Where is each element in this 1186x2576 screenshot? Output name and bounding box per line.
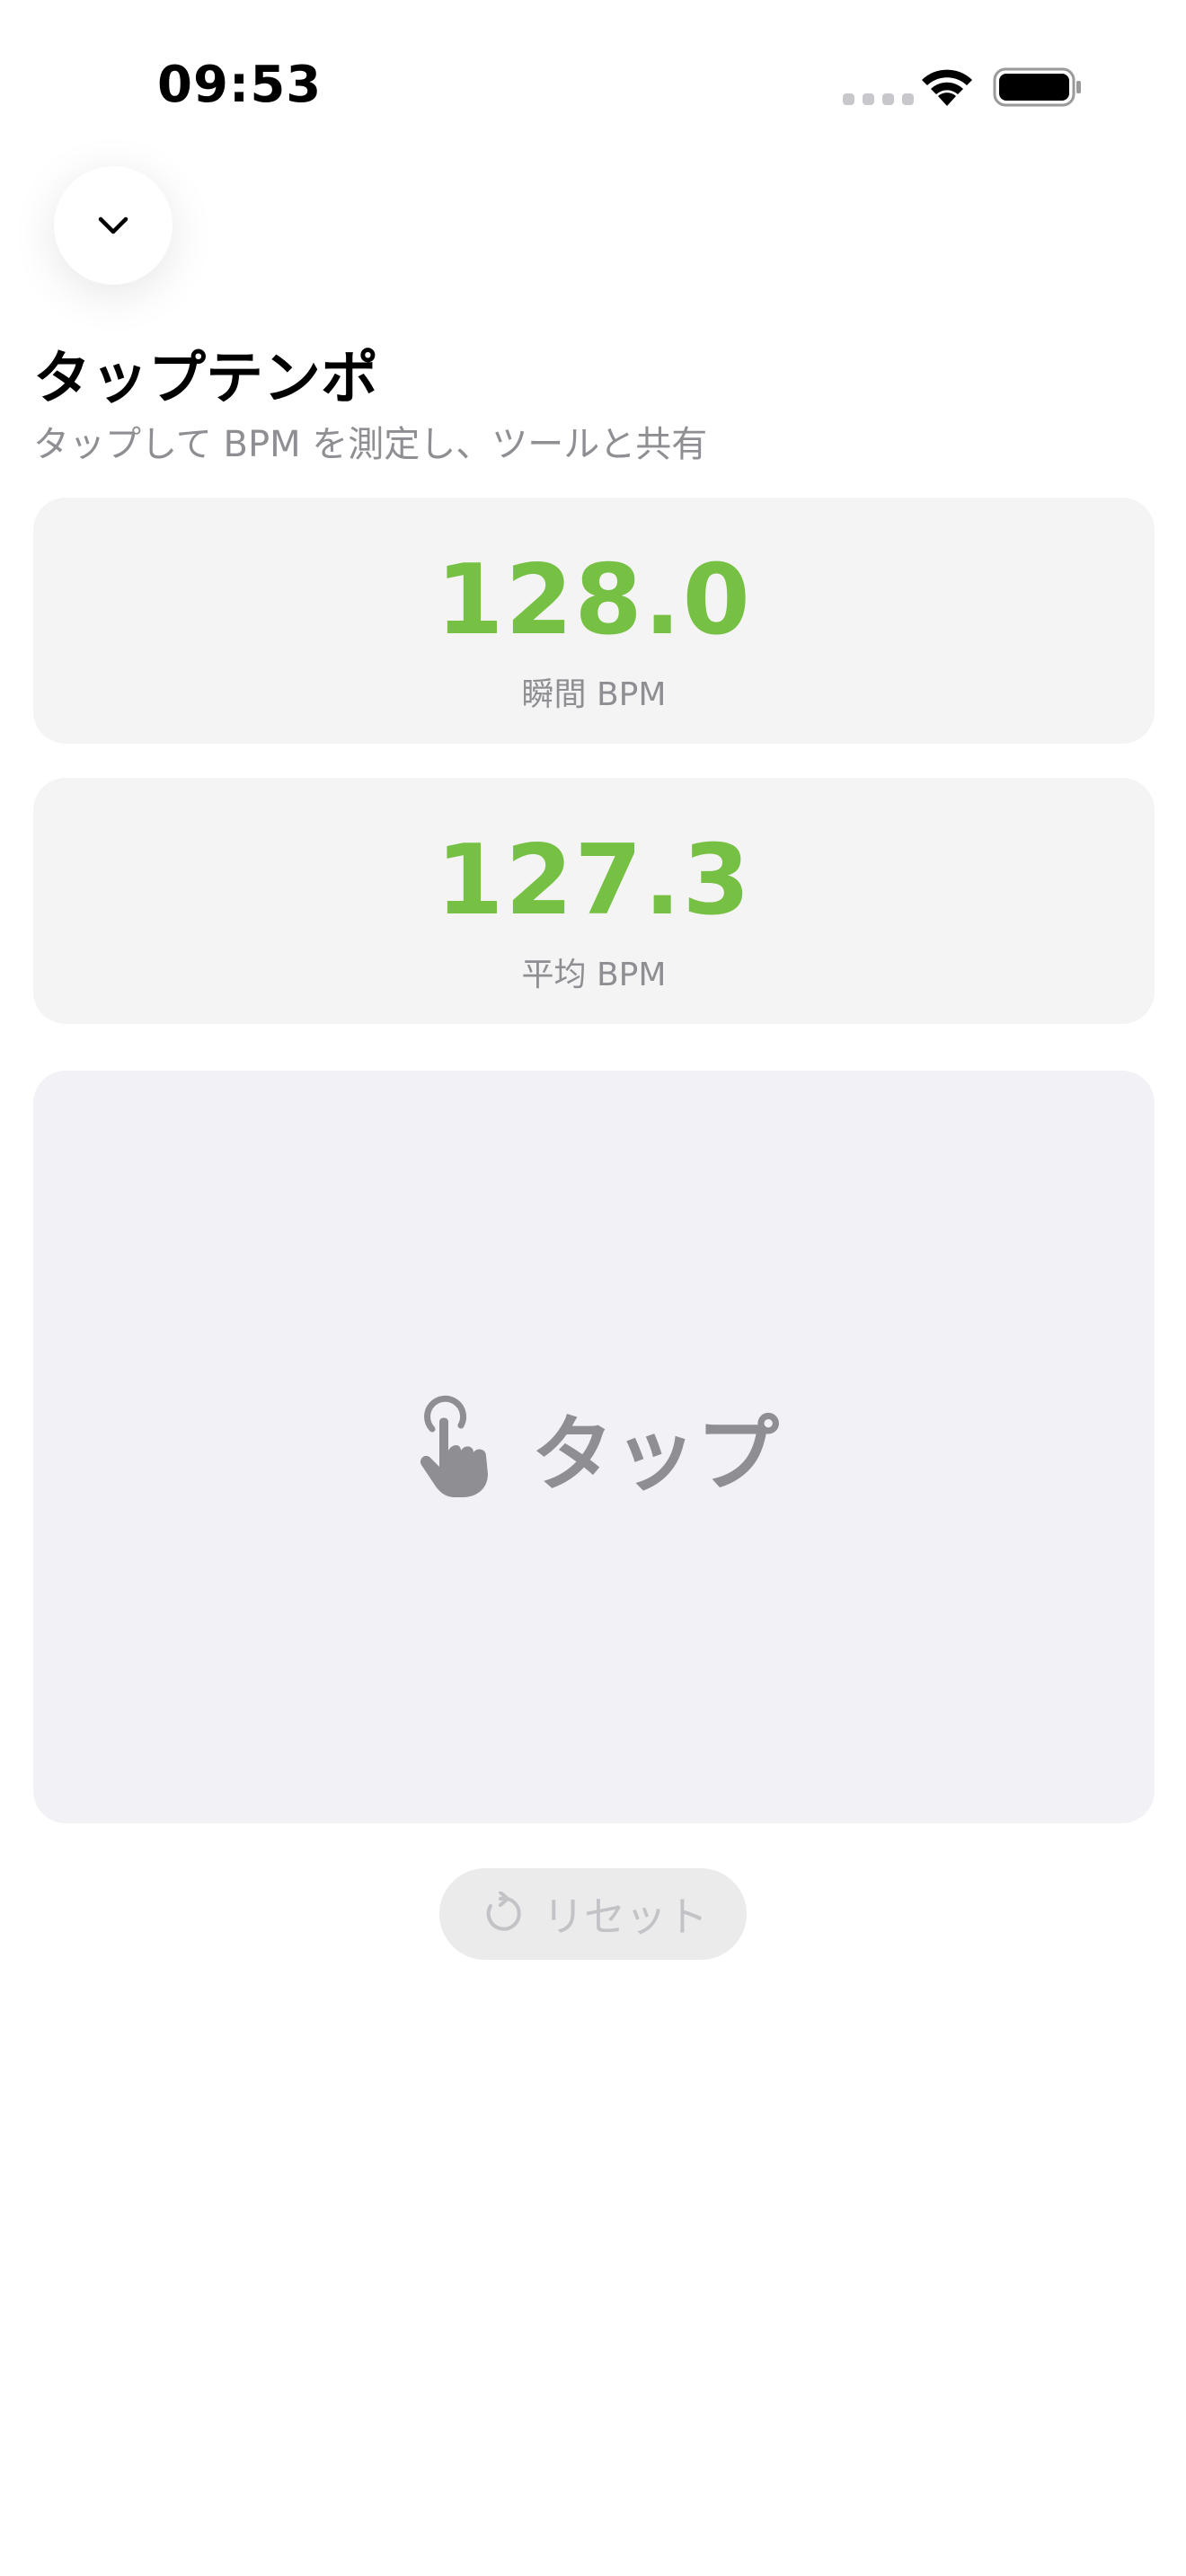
hand-tap-icon [420, 1395, 488, 1497]
status-time: 09:53 [157, 56, 323, 114]
chevron-down-icon [98, 216, 128, 234]
average-bpm-value: 127.3 [436, 825, 752, 937]
reset-button[interactable]: リセット [439, 1868, 747, 1960]
wifi-icon [922, 69, 972, 106]
page-title: タップテンポ [33, 346, 378, 412]
reset-arrow-icon [486, 1892, 521, 1931]
collapse-button[interactable] [54, 166, 173, 285]
instant-bpm-card: 128.0 瞬間 BPM [33, 498, 1155, 744]
battery-icon [993, 67, 1081, 107]
tap-pad[interactable]: タップ [33, 1071, 1155, 1823]
cellular-signal-icon [843, 93, 914, 105]
average-bpm-card: 127.3 平均 BPM [33, 778, 1155, 1024]
reset-label: リセット [543, 1892, 708, 1941]
page-subtitle: タップして BPM を測定し、ツールと共有 [33, 424, 708, 465]
instant-bpm-label: 瞬間 BPM [521, 676, 667, 713]
tap-tempo-screen: 09:53 タップテンポ タップして BPM を測定し、ツールと共有 128.0… [0, 0, 1186, 2576]
instant-bpm-value: 128.0 [436, 544, 752, 657]
average-bpm-label: 平均 BPM [521, 957, 667, 993]
tap-label: タップ [530, 1406, 779, 1503]
status-bar: 09:53 [0, 0, 1186, 162]
